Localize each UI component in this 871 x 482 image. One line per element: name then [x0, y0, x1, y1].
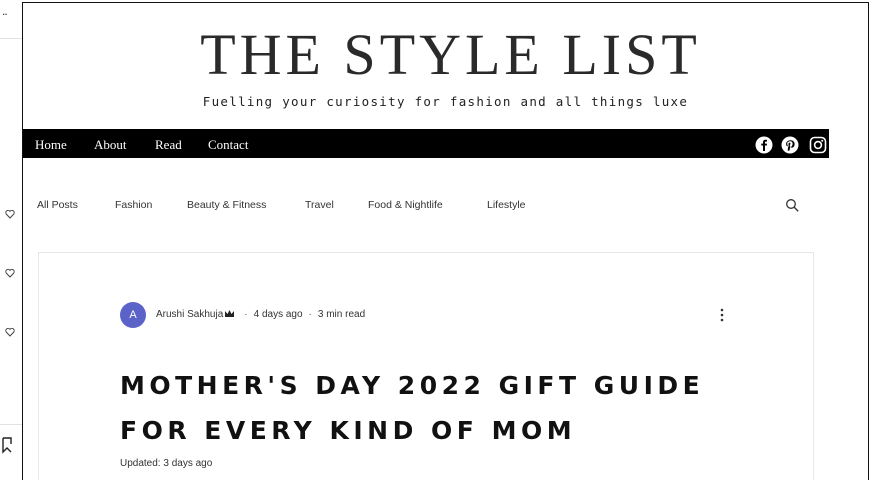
more-dots[interactable]: ..: [2, 4, 8, 18]
heart-icon[interactable]: [5, 268, 15, 278]
share-icon[interactable]: [1, 436, 15, 454]
facebook-icon[interactable]: [755, 136, 773, 154]
category-fashion[interactable]: Fashion: [115, 199, 152, 211]
category-bar: All Posts Fashion Beauty & Fitness Trave…: [23, 193, 829, 223]
category-lifestyle[interactable]: Lifestyle: [487, 199, 526, 211]
more-options-icon[interactable]: [719, 307, 725, 323]
nav-about[interactable]: About: [94, 137, 127, 153]
nav-home[interactable]: Home: [35, 137, 67, 153]
left-sidebar: ..: [0, 0, 22, 482]
heart-icon[interactable]: [5, 327, 15, 337]
category-food-nightlife[interactable]: Food & Nightlife: [368, 199, 443, 211]
crown-icon: [225, 310, 235, 317]
post-meta: Arushi Sakhuja · 4 days ago · 3 min read: [156, 309, 365, 320]
search-icon[interactable]: [785, 198, 800, 213]
heart-icon[interactable]: [5, 209, 15, 219]
divider: [0, 38, 22, 39]
pinterest-icon[interactable]: [781, 136, 799, 154]
updated-date: Updated: 3 days ago: [120, 458, 213, 469]
read-time: 3 min read: [317, 309, 366, 320]
page-frame: THE STYLE LIST Fuelling your curiosity f…: [22, 2, 869, 480]
author-name[interactable]: Arushi Sakhuja: [156, 309, 223, 320]
post-title: MOTHER'S DAY 2022 GIFT GUIDE FOR EVERY K…: [120, 371, 705, 445]
nav-contact[interactable]: Contact: [208, 137, 248, 153]
avatar[interactable]: A: [120, 302, 146, 328]
main-nav: Home About Read Contact: [23, 131, 829, 158]
masthead: THE STYLE LIST Fuelling your curiosity f…: [23, 3, 868, 129]
post-card: A Arushi Sakhuja · 4 days ago · 3 min read M…: [38, 252, 814, 480]
nav-read[interactable]: Read: [155, 137, 182, 153]
post-date: 4 days ago: [253, 309, 303, 320]
site-title[interactable]: THE STYLE LIST: [23, 21, 868, 88]
category-beauty-fitness[interactable]: Beauty & Fitness: [187, 199, 266, 211]
divider: [0, 424, 22, 425]
separator-dot: ·: [308, 309, 312, 320]
separator-dot: ·: [244, 309, 248, 320]
category-travel[interactable]: Travel: [305, 199, 334, 211]
site-tagline: Fuelling your curiosity for fashion and …: [202, 94, 689, 109]
category-all-posts[interactable]: All Posts: [37, 199, 78, 211]
instagram-icon[interactable]: [809, 136, 827, 154]
